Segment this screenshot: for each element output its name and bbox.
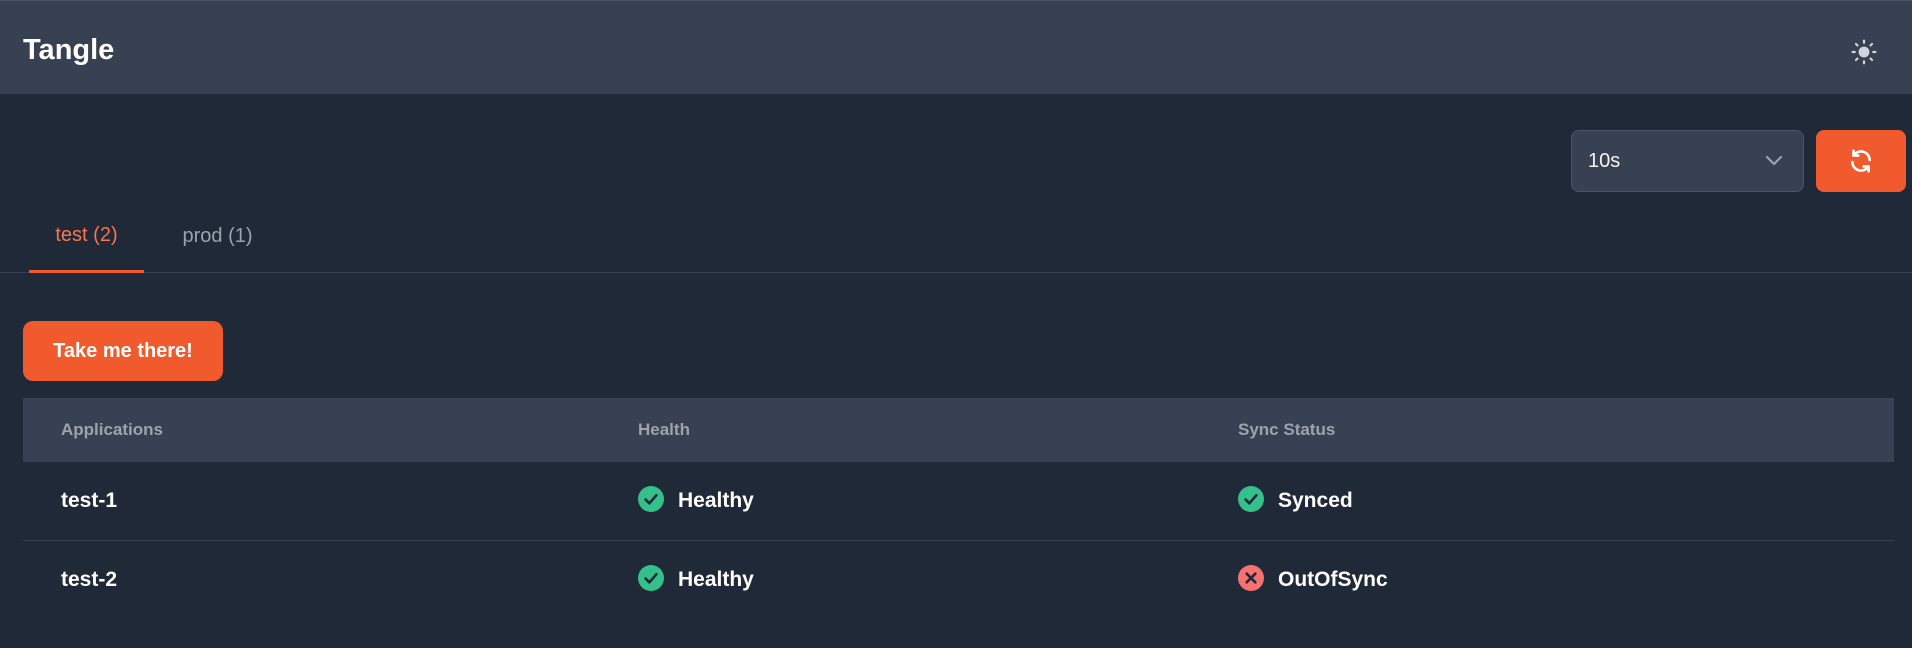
tab-prod[interactable]: prod (1)	[160, 200, 275, 273]
health-status-text: Healthy	[678, 568, 754, 591]
refresh-interval-select[interactable]: 10s	[1571, 130, 1804, 192]
refresh-button[interactable]	[1816, 130, 1906, 192]
sync-cell: Synced	[1238, 486, 1353, 513]
sync-status-text: Synced	[1278, 489, 1353, 512]
sync-status-text: OutOfSync	[1278, 568, 1388, 591]
health-cell: Healthy	[638, 565, 754, 592]
tab-test[interactable]: test (2)	[29, 200, 144, 273]
refresh-interval-value: 10s	[1588, 149, 1621, 172]
table-header: Applications Health Sync Status	[23, 398, 1894, 462]
health-cell: Healthy	[638, 486, 754, 513]
application-name[interactable]: test-2	[61, 568, 117, 592]
table-row[interactable]: test-1 Healthy Synced	[23, 462, 1894, 541]
sun-icon	[1851, 39, 1877, 65]
app-title: Tangle	[23, 34, 115, 66]
check-circle-icon	[638, 565, 664, 591]
column-header-applications: Applications	[61, 420, 164, 439]
take-me-there-button[interactable]: Take me there!	[23, 321, 223, 381]
chevron-down-icon	[1765, 155, 1783, 166]
application-name[interactable]: test-1	[61, 489, 117, 513]
check-circle-icon	[638, 486, 664, 512]
column-header-health: Health	[638, 420, 690, 439]
applications-table: Applications Health Sync Status test-1 H…	[23, 398, 1894, 620]
sync-cell: OutOfSync	[1238, 565, 1388, 592]
refresh-icon	[1851, 149, 1871, 173]
check-circle-icon	[1238, 486, 1264, 512]
top-bar: Tangle	[0, 0, 1912, 94]
health-status-text: Healthy	[678, 489, 754, 512]
column-header-sync-status: Sync Status	[1238, 420, 1336, 439]
x-circle-icon	[1238, 565, 1264, 591]
table-row[interactable]: test-2 Healthy OutOfSync	[23, 541, 1894, 620]
theme-toggle-button[interactable]	[1844, 32, 1884, 72]
environment-tabs: test (2) prod (1)	[0, 200, 1912, 273]
